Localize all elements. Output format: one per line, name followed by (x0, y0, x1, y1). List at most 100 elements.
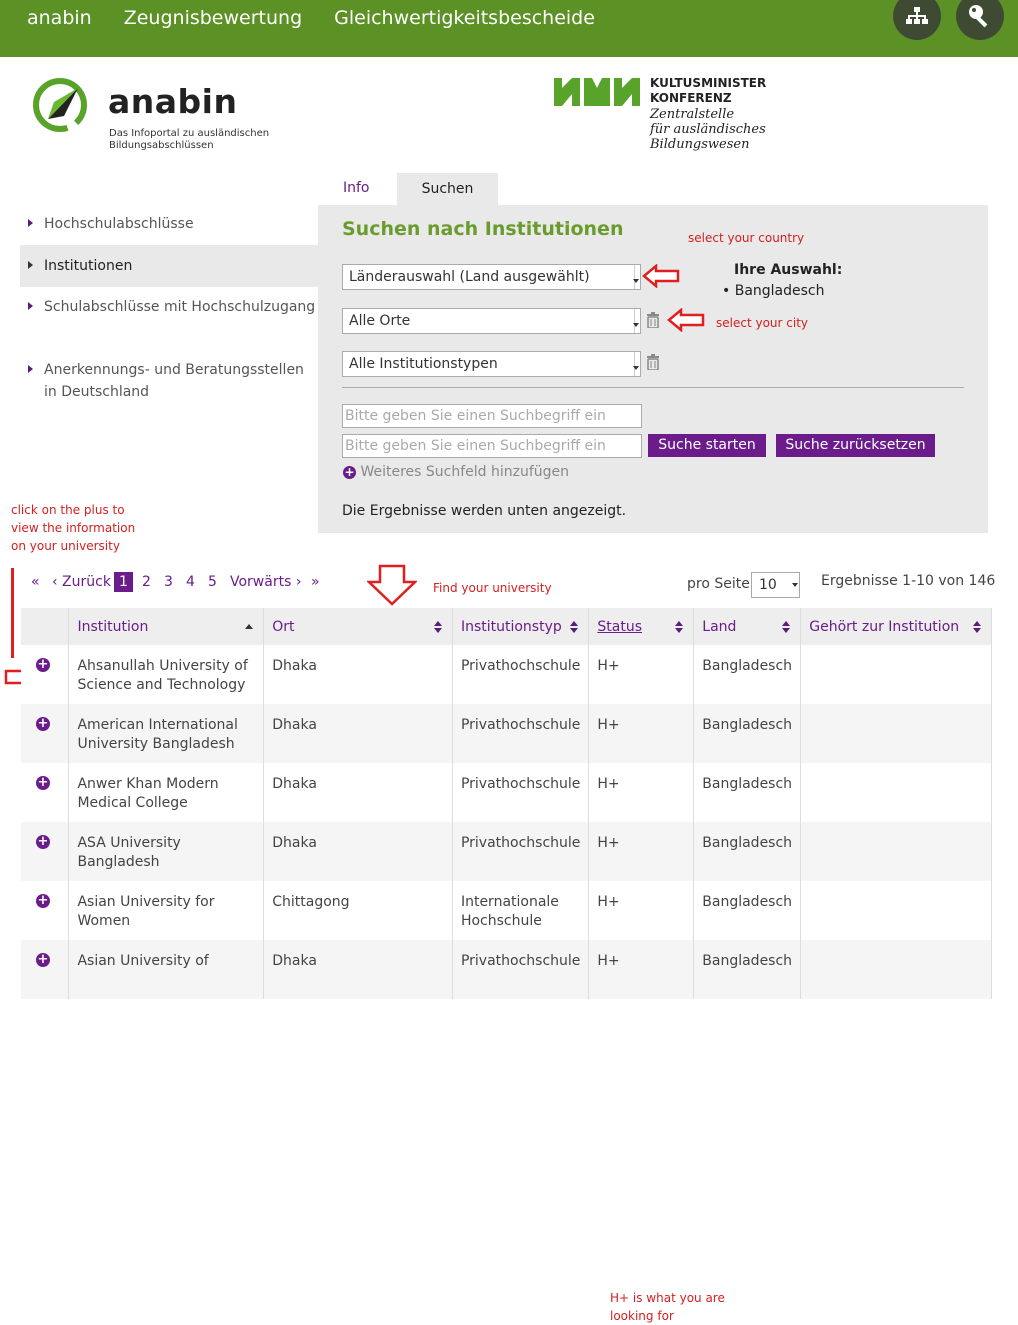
sort-icon (433, 621, 442, 633)
cell-institution[interactable]: ASA University Bangladesh (68, 822, 265, 881)
cell-gehoert (800, 645, 992, 704)
cell-status: H+ (588, 881, 695, 940)
cell-typ: Privathochschule (452, 704, 590, 763)
cell-gehoert (800, 763, 992, 822)
annotation-country: select your country (688, 231, 805, 245)
pager-first[interactable]: « (31, 574, 40, 590)
plus-icon[interactable]: + (36, 776, 50, 790)
table-row: + Asian University of Dhaka Privathochsc… (21, 940, 992, 999)
cell-status: H+ (588, 704, 695, 763)
chevron-down-icon (792, 583, 798, 587)
chevron-down-icon (633, 352, 640, 376)
cell-ort: Dhaka (263, 940, 453, 999)
row-expand[interactable]: + (21, 645, 70, 704)
search-input-1[interactable]: Bitte geben Sie einen Suchbegriff ein (342, 404, 642, 428)
cell-institution[interactable]: Asian University of (68, 940, 265, 999)
sitemap-icon[interactable] (893, 0, 941, 40)
sidebar-item-hochschulabschluesse[interactable]: Hochschulabschlüsse (20, 213, 318, 235)
cell-ort: Dhaka (263, 645, 453, 704)
pager-prev[interactable]: ‹ Zurück (52, 574, 111, 590)
country-select[interactable]: Länderauswahl (Land ausgewählt) (342, 264, 641, 290)
row-expand[interactable]: + (21, 881, 70, 940)
cell-ort: Dhaka (263, 763, 453, 822)
type-select[interactable]: Alle Institutionstypen (342, 351, 641, 377)
tab-info[interactable]: Info (343, 180, 370, 196)
nav-zeugnisbewertung[interactable]: Zeugnisbewertung (124, 6, 302, 30)
trash-icon[interactable] (646, 354, 660, 371)
plus-icon[interactable]: + (36, 717, 50, 731)
search-reset-button[interactable]: Suche zurücksetzen (776, 434, 935, 457)
row-expand[interactable]: + (21, 704, 70, 763)
pager-last[interactable]: » (311, 574, 320, 590)
cell-typ: Privathochschule (452, 940, 590, 999)
sidebar-item-institutionen[interactable]: Institutionen (20, 245, 318, 287)
row-expand[interactable]: + (21, 822, 70, 881)
annotation-status: H+ is what you are looking for (610, 1291, 725, 1323)
nav-anabin[interactable]: anabin (27, 6, 92, 30)
add-field-link[interactable]: + Weiteres Suchfeld hinzufügen (343, 464, 569, 480)
arrow-icon (28, 302, 33, 310)
arrow-icon (28, 365, 33, 373)
cell-institution[interactable]: American International University Bangla… (68, 704, 265, 763)
plus-icon[interactable]: + (36, 835, 50, 849)
header-gehoert[interactable]: Gehört zur Institution (800, 608, 992, 645)
selection-item: • Bangladesch (722, 283, 825, 299)
chevron-down-icon (633, 265, 640, 289)
cell-ort: Dhaka (263, 704, 453, 763)
plus-icon[interactable]: + (36, 894, 50, 908)
sort-up-icon (245, 624, 254, 629)
tab-suchen[interactable]: Suchen (397, 173, 498, 206)
cell-status: H+ H+ is what you are looking for (588, 645, 725, 1323)
sidebar-item-anerkennungsstellen[interactable]: Anerkennungs- und Beratungsstellen in De… (20, 359, 318, 403)
city-select[interactable]: Alle Orte (342, 308, 641, 334)
header-ort[interactable]: Ort (263, 608, 453, 645)
plus-icon[interactable]: + (36, 953, 50, 967)
arrow-icon (28, 219, 33, 227)
selection-title: Ihre Auswahl: (734, 262, 843, 278)
sort-icon (570, 621, 579, 633)
per-page-select[interactable]: 10 (751, 572, 800, 598)
header-institutionstyp[interactable]: Institutionstyp (452, 608, 590, 645)
header-status[interactable]: Status (588, 608, 695, 645)
pager-page-5[interactable]: 5 (208, 574, 217, 590)
pager-page-2[interactable]: 2 (142, 574, 151, 590)
pager-page-3[interactable]: 3 (164, 574, 173, 590)
header-institution[interactable]: Institution (68, 608, 265, 645)
annotation-find: Find your university (433, 581, 552, 595)
row-expand[interactable]: + (21, 763, 70, 822)
cell-ort: Dhaka (263, 822, 453, 881)
cell-status: H+ (588, 763, 695, 822)
pager-next[interactable]: Vorwärts › (230, 574, 301, 590)
cell-ort: Chittagong (263, 881, 453, 940)
cell-land: Bangladesch (693, 763, 802, 822)
nav-gleichwertigkeitsbescheide[interactable]: Gleichwertigkeitsbescheide (334, 6, 595, 30)
anabin-logo[interactable] (30, 76, 92, 142)
annotation-line (11, 568, 14, 658)
trash-icon[interactable] (646, 312, 660, 329)
cell-gehoert (800, 881, 992, 940)
cell-land: Bangladesch (693, 940, 802, 999)
search-input-2[interactable]: Bitte geben Sie einen Suchbegriff ein (342, 434, 642, 458)
cell-institution[interactable]: Ahsanullah University of Science and Tec… (68, 645, 265, 704)
down-arrow-icon (367, 564, 417, 606)
left-arrow-icon (667, 308, 705, 332)
header-land[interactable]: Land (693, 608, 802, 645)
logo-subtitle: Das Infoportal zu ausländischen Bildungs… (109, 128, 270, 151)
logo-title: anabin (108, 82, 238, 121)
cell-status: H+ (588, 822, 695, 881)
cell-typ: Privathochschule (452, 645, 590, 704)
plus-icon: + (343, 465, 356, 479)
sidebar-item-schulabschluesse[interactable]: Schulabschlüsse mit Hochschulzugang (20, 296, 318, 318)
pager-page-1[interactable]: 1 (114, 572, 133, 592)
top-nav: anabin Zeugnisbewertung Gleichwertigkeit… (27, 6, 595, 30)
sort-icon (973, 621, 981, 633)
search-start-button[interactable]: Suche starten (648, 434, 766, 457)
plus-icon[interactable]: + (36, 658, 50, 672)
kmk-logo (554, 78, 640, 110)
cell-institution[interactable]: Asian University for Women (68, 881, 265, 940)
key-icon[interactable] (956, 0, 1004, 40)
cell-institution[interactable]: Anwer Khan Modern Medical College (68, 763, 265, 822)
row-expand[interactable]: + (21, 940, 70, 999)
cell-gehoert (800, 704, 992, 763)
pager-page-4[interactable]: 4 (186, 574, 195, 590)
